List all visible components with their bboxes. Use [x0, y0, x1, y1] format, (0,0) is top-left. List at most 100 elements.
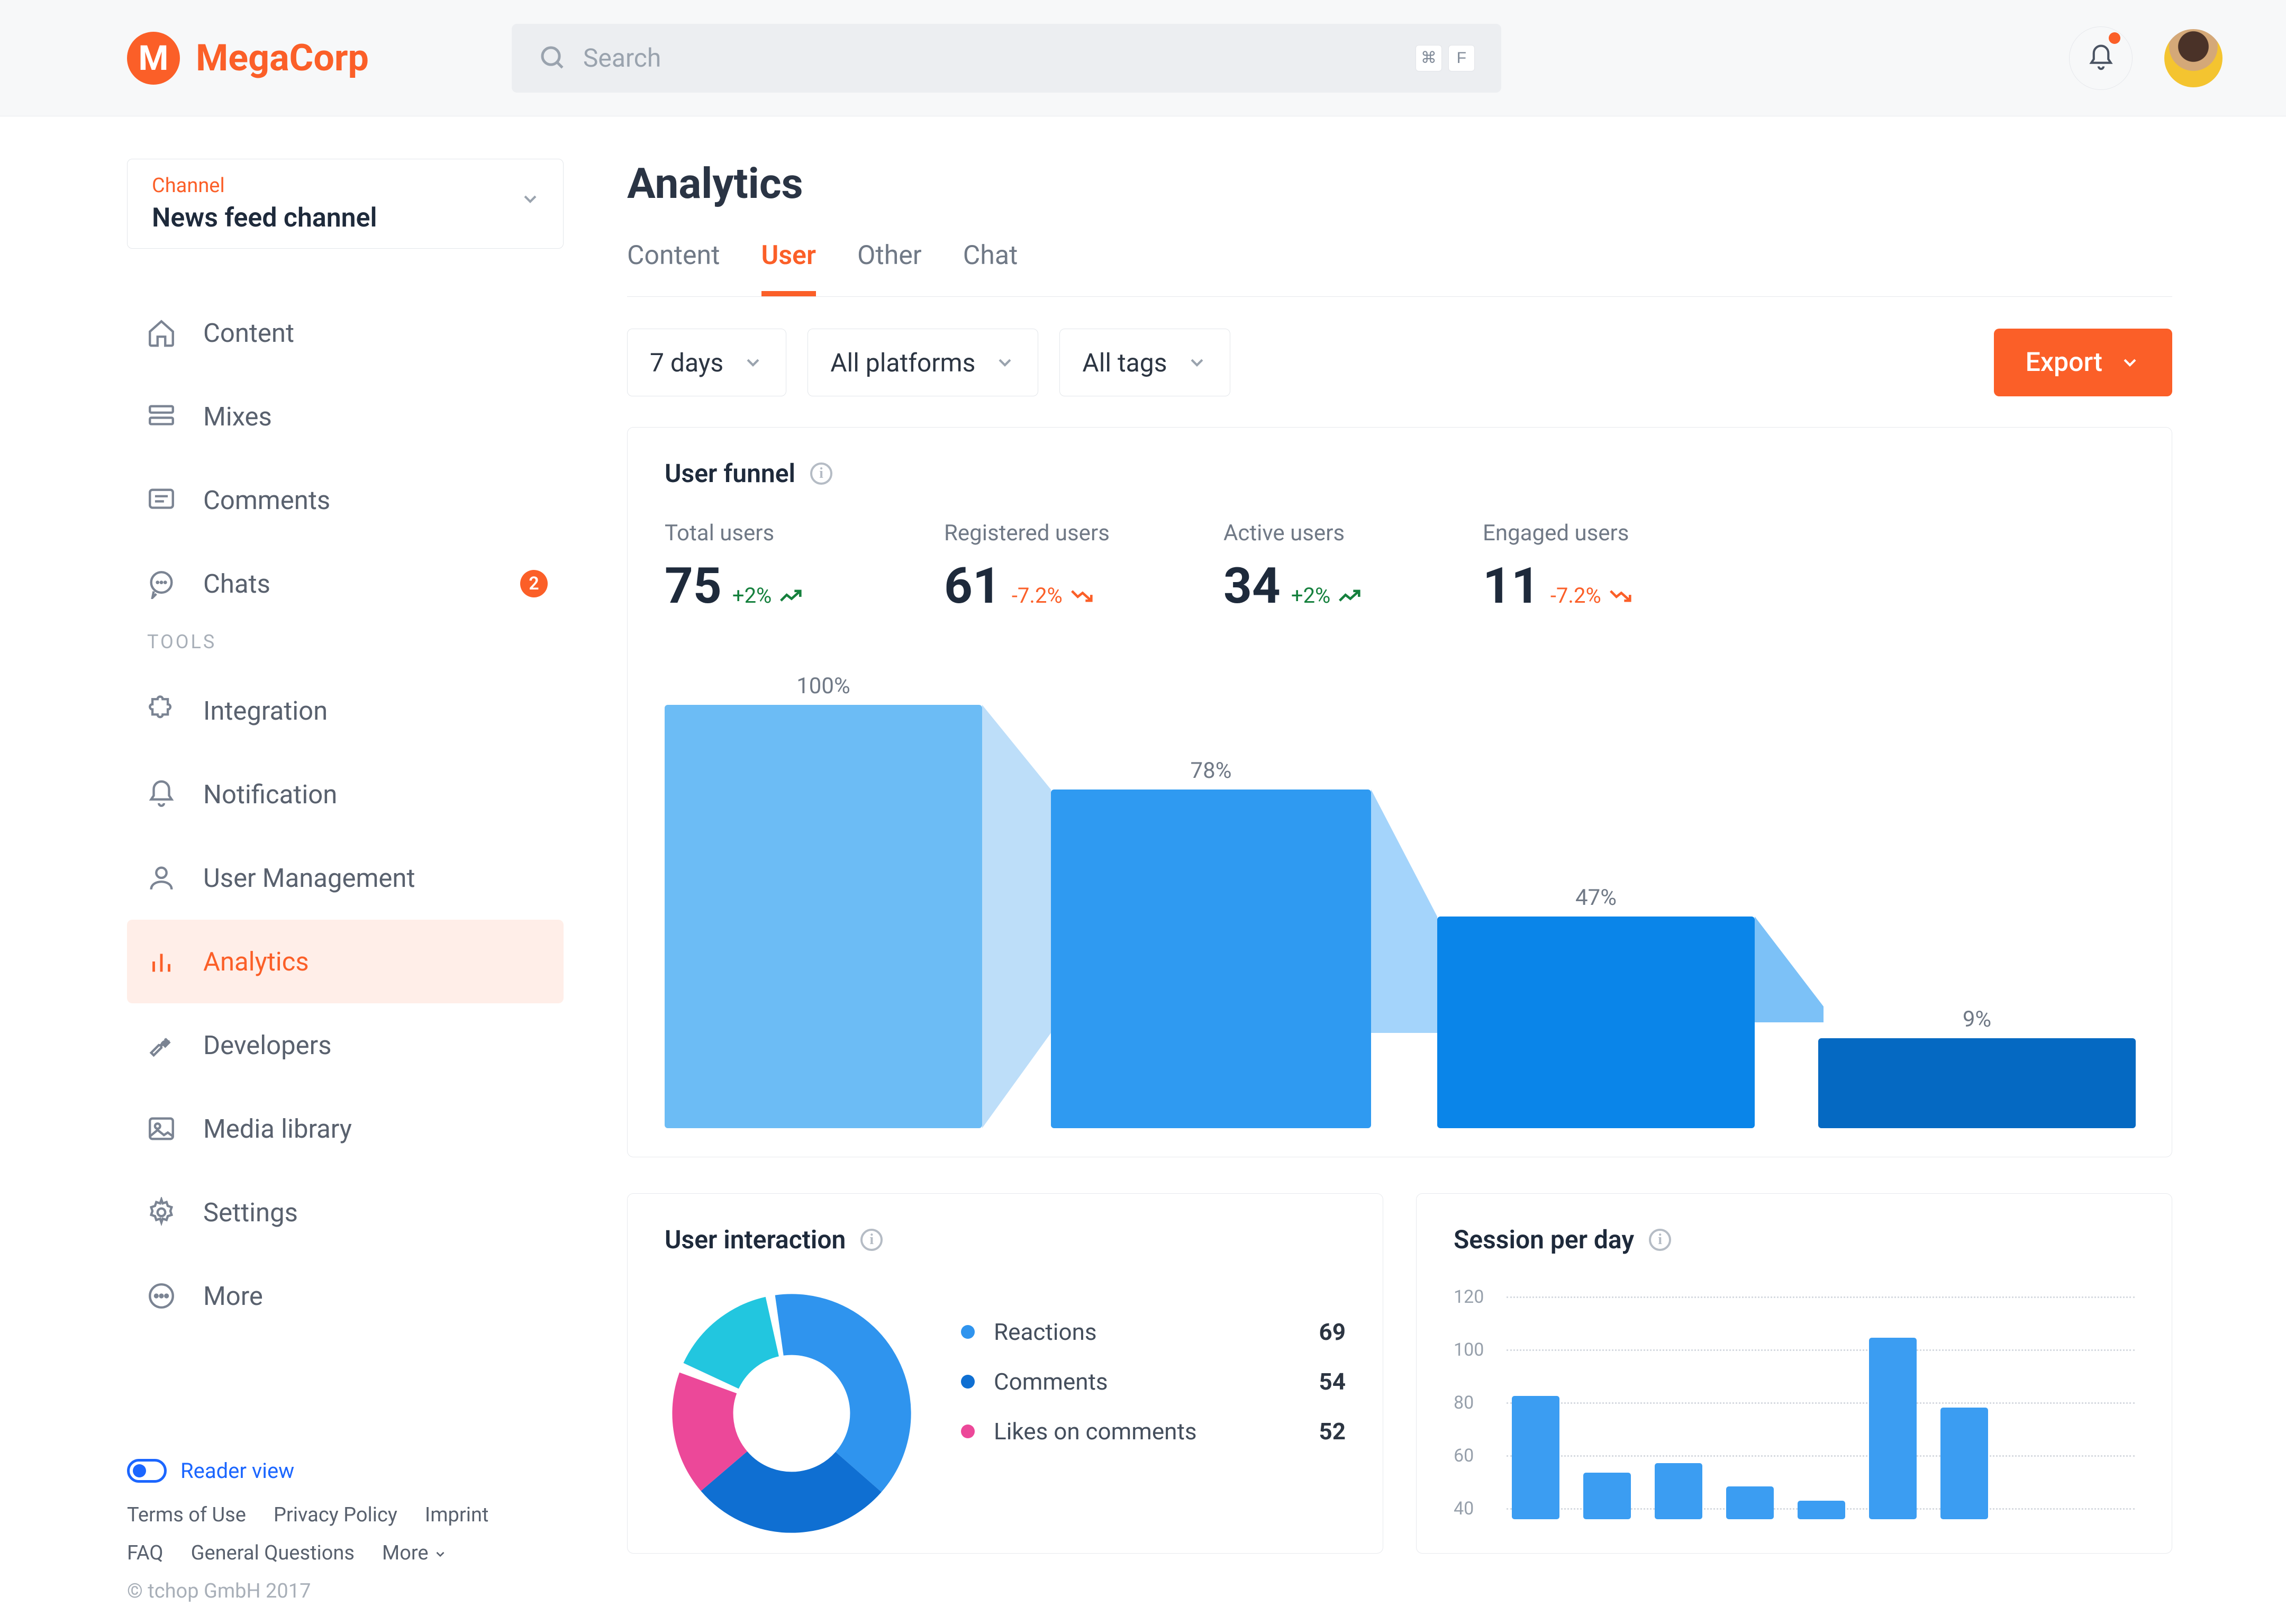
sidebar-item-mixes[interactable]: Mixes: [127, 375, 564, 458]
metric-delta: -7.2%: [1550, 583, 1632, 608]
sidebar-item-label: Integration: [203, 696, 328, 726]
export-button[interactable]: Export: [1994, 329, 2172, 396]
legend-name: Comments: [994, 1368, 1319, 1395]
legend-value: 54: [1319, 1368, 1346, 1395]
funnel-block: [1051, 790, 1371, 1128]
bar: [1798, 1501, 1845, 1519]
legend-row: Likes on comments 52: [961, 1418, 1346, 1445]
sidebar-item-integration[interactable]: Integration: [127, 669, 564, 752]
tab-user[interactable]: User: [761, 240, 816, 296]
copyright: © tchop GmbH 2017: [127, 1580, 564, 1603]
metric-delta: +2%: [1291, 583, 1361, 608]
metric-total-users: Total users 75 +2%: [665, 520, 944, 615]
legend-value: 69: [1319, 1318, 1346, 1346]
info-icon[interactable]: i: [1649, 1229, 1671, 1251]
sidebar-item-more[interactable]: More: [127, 1254, 564, 1338]
footer-link-faq[interactable]: FAQ: [127, 1541, 164, 1565]
tabs: Content User Other Chat: [627, 240, 2172, 297]
sidebar-item-label: Analytics: [203, 947, 309, 977]
comment-icon: [146, 485, 177, 515]
export-label: Export: [2026, 347, 2102, 378]
logo-icon: M: [127, 32, 180, 85]
reader-view-label: Reader view: [180, 1458, 294, 1483]
layers-icon: [146, 401, 177, 432]
trend-up-icon: [779, 588, 802, 604]
search-kbd: ⌘ F: [1416, 45, 1475, 71]
search-input[interactable]: Search ⌘ F: [512, 24, 1501, 93]
search-icon: [538, 43, 567, 72]
metric-label: Active users: [1223, 520, 1483, 546]
page-title: Analytics: [627, 159, 2172, 208]
sidebar-item-user-management[interactable]: User Management: [127, 836, 564, 920]
info-icon[interactable]: i: [810, 462, 832, 485]
footer-link-privacy[interactable]: Privacy Policy: [274, 1503, 397, 1527]
metric-value: 34: [1223, 557, 1281, 615]
channel-value: News feed channel: [152, 203, 539, 233]
puzzle-icon: [146, 695, 177, 726]
y-tick: 40: [1454, 1498, 1507, 1519]
funnel-metrics: Total users 75 +2% Registered users 61 -…: [665, 520, 2135, 615]
funnel-block: [1818, 1038, 2136, 1128]
sidebar-item-label: Media library: [203, 1114, 352, 1144]
legend-name: Likes on comments: [994, 1418, 1319, 1445]
bar-chart: 120 100 80 60 40: [1454, 1286, 2135, 1519]
main-content: Analytics Content User Other Chat 7 days…: [616, 116, 2286, 1624]
app-header: M MegaCorp Search ⌘ F: [0, 0, 2286, 116]
search-placeholder: Search: [583, 43, 1416, 73]
footer-link-imprint[interactable]: Imprint: [425, 1503, 489, 1527]
chats-badge: 2: [520, 570, 548, 597]
chevron-down-icon: [994, 352, 1015, 373]
tab-chat[interactable]: Chat: [963, 240, 1018, 296]
footer-link-general[interactable]: General Questions: [191, 1541, 355, 1565]
legend-dot-icon: [961, 1425, 975, 1438]
filter-row: 7 days All platforms All tags Export: [627, 329, 2172, 396]
sidebar-item-content[interactable]: Content: [127, 291, 564, 375]
sidebar-item-media-library[interactable]: Media library: [127, 1087, 564, 1171]
chat-icon: [146, 568, 177, 599]
kbd-cmd-icon: ⌘: [1416, 45, 1442, 71]
donut-chart: [665, 1286, 919, 1540]
user-avatar[interactable]: [2164, 29, 2222, 87]
sidebar-item-comments[interactable]: Comments: [127, 458, 564, 542]
brand[interactable]: M MegaCorp: [127, 32, 369, 85]
card-title: User funnel: [665, 458, 795, 488]
toggle-icon: [127, 1459, 167, 1483]
user-icon: [146, 863, 177, 893]
metric-delta: -7.2%: [1012, 583, 1093, 608]
footer-link-terms[interactable]: Terms of Use: [127, 1503, 246, 1527]
y-tick: 120: [1454, 1286, 1507, 1308]
sidebar-item-analytics[interactable]: Analytics: [127, 920, 564, 1003]
sidebar-item-label: Notification: [203, 779, 337, 810]
kbd-f: F: [1448, 45, 1475, 71]
metric-label: Total users: [665, 520, 944, 546]
trend-up-icon: [1338, 588, 1361, 604]
sidebar-item-chats[interactable]: Chats 2: [127, 542, 564, 625]
filter-tags[interactable]: All tags: [1059, 329, 1230, 396]
metric-delta: +2%: [732, 583, 802, 608]
legend-dot-icon: [961, 1325, 975, 1339]
notifications-button[interactable]: [2069, 26, 2133, 90]
metric-label: Registered users: [944, 520, 1223, 546]
tab-other[interactable]: Other: [857, 240, 922, 296]
bell-outline-icon: [146, 779, 177, 810]
tab-content[interactable]: Content: [627, 240, 720, 296]
sidebar-item-notification[interactable]: Notification: [127, 752, 564, 836]
channel-selector[interactable]: Channel News feed channel: [127, 159, 564, 249]
sidebar-item-settings[interactable]: Settings: [127, 1171, 564, 1254]
legend-name: Reactions: [994, 1318, 1319, 1346]
filter-date-range[interactable]: 7 days: [627, 329, 786, 396]
chevron-down-icon: [520, 188, 541, 210]
sidebar-item-label: Comments: [203, 485, 330, 515]
bar: [1512, 1396, 1559, 1519]
info-icon[interactable]: i: [860, 1229, 883, 1251]
sidebar-item-developers[interactable]: Developers: [127, 1003, 564, 1087]
wrench-icon: [146, 1030, 177, 1060]
reader-view-toggle[interactable]: Reader view: [127, 1458, 564, 1483]
footer-link-more[interactable]: More: [382, 1541, 447, 1565]
bar: [1940, 1408, 1988, 1519]
metric-value: 11: [1483, 557, 1540, 615]
filter-platforms[interactable]: All platforms: [808, 329, 1038, 396]
channel-label: Channel: [152, 174, 539, 197]
chevron-down-icon: [2119, 352, 2140, 373]
chevron-down-icon: [1186, 352, 1208, 373]
